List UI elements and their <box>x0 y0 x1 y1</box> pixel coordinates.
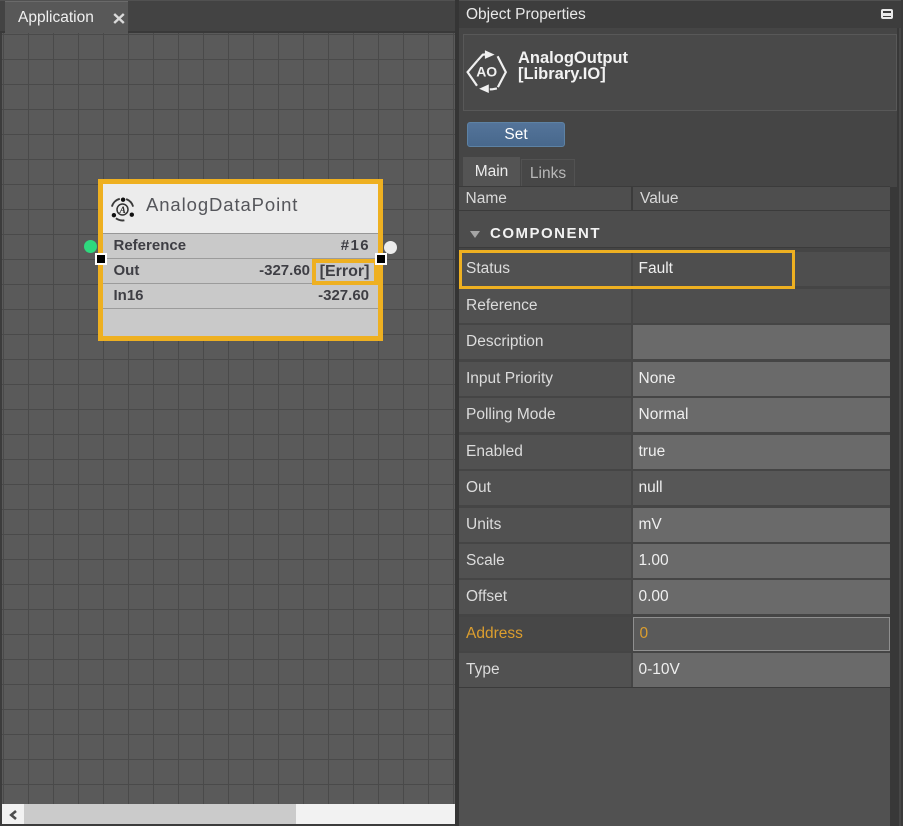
svg-text:AO: AO <box>476 64 497 80</box>
svg-text:A: A <box>119 206 126 216</box>
